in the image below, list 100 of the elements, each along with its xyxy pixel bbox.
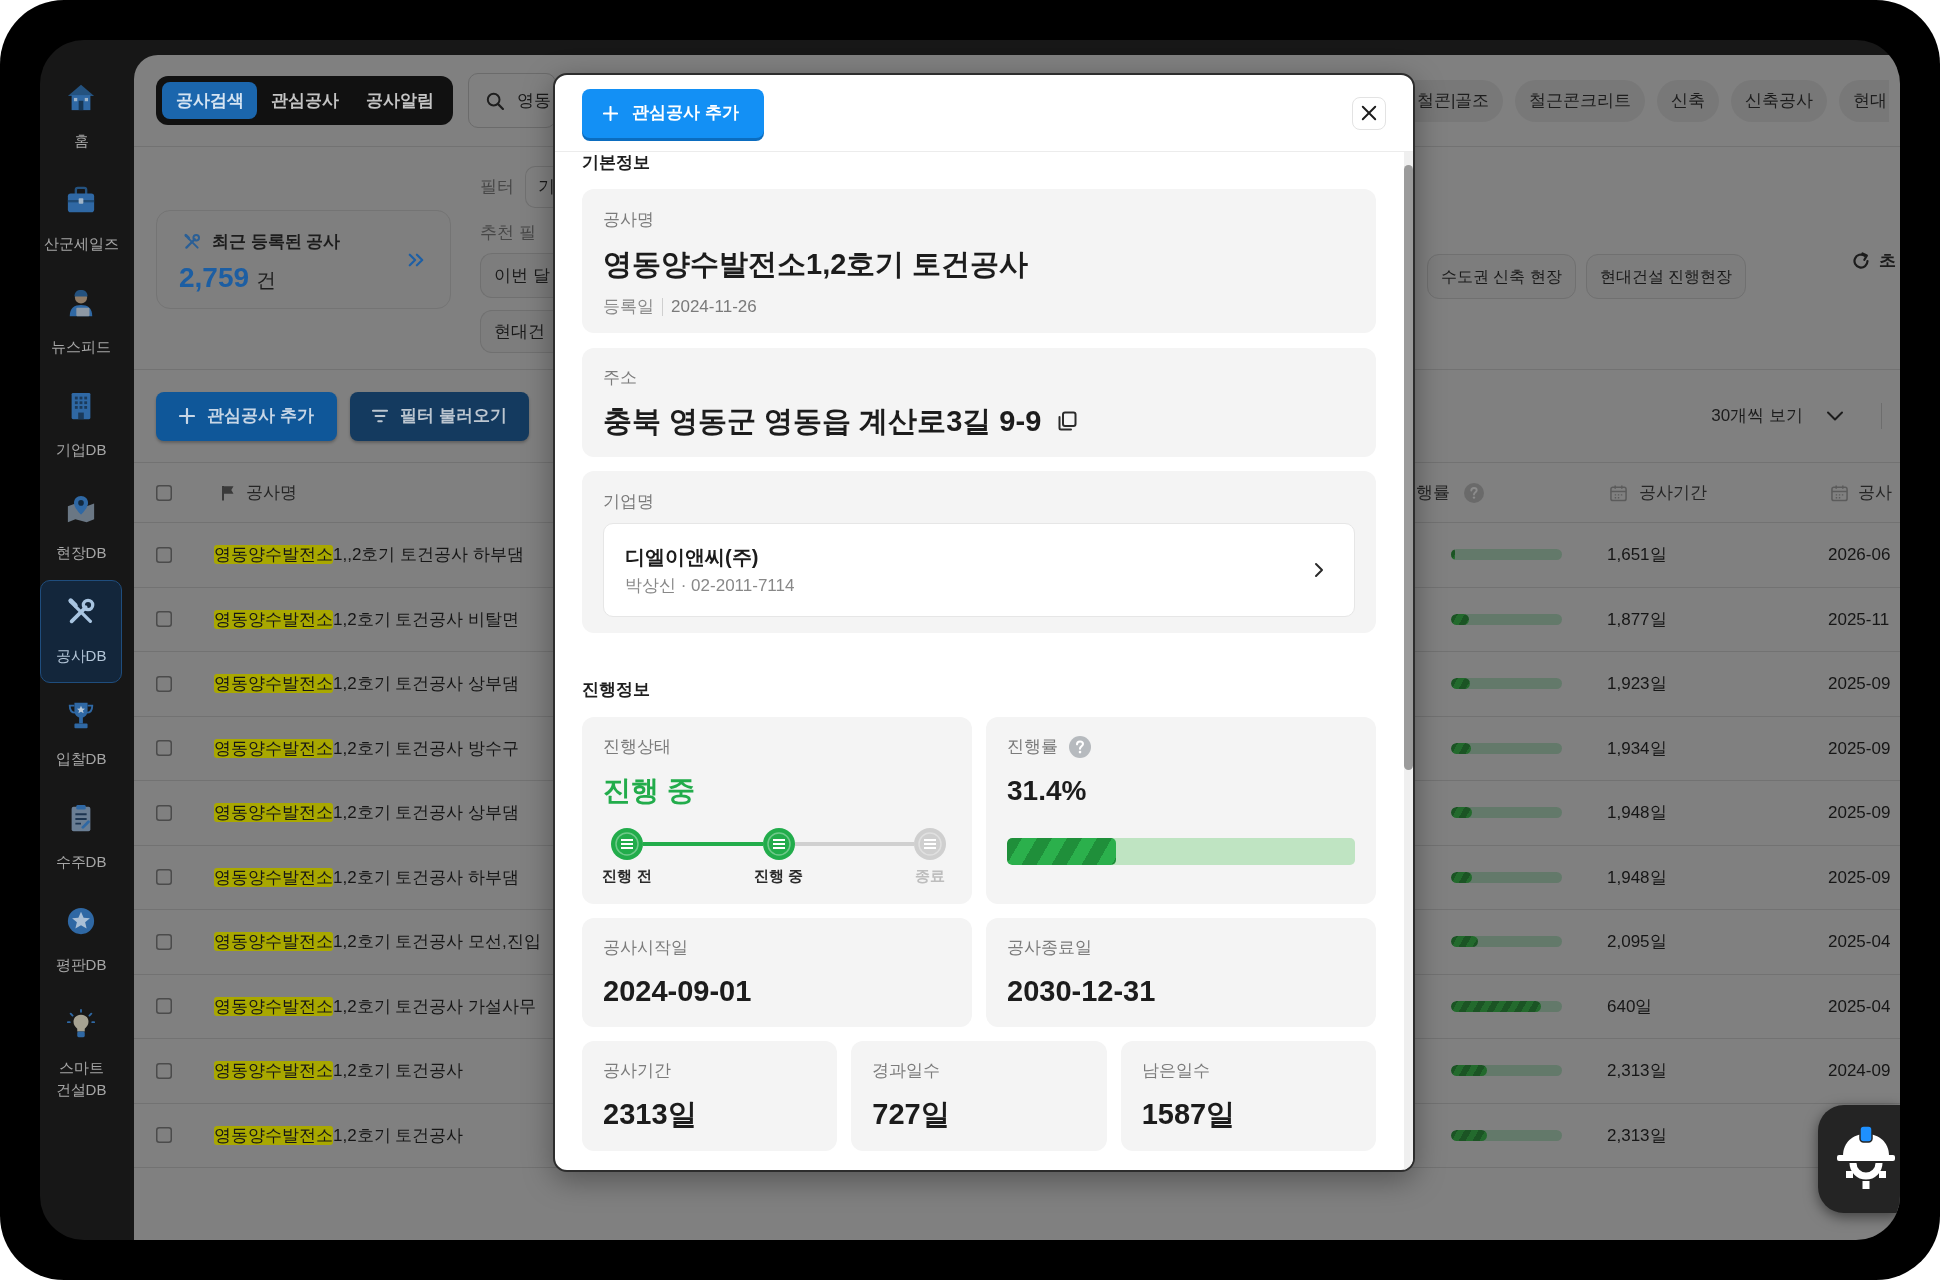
project-name[interactable]: 영동양수발전소1,2호기 토건공사 가설사무 — [214, 993, 537, 1019]
sidebar-item[interactable]: 현장DB — [40, 477, 122, 580]
double-chevron-icon — [408, 251, 424, 268]
tab[interactable]: 관심공사 — [257, 82, 352, 119]
project-name[interactable]: 영동양수발전소1,2호기 토건공사 비탈면 — [214, 606, 520, 632]
close-button[interactable] — [1352, 96, 1386, 130]
sidebar-item[interactable]: 산군세일즈 — [40, 168, 122, 271]
column-header: 행률 — [1416, 481, 1450, 504]
field-label: 기업명 — [603, 491, 654, 513]
house-icon — [66, 82, 96, 112]
plus-icon — [179, 408, 196, 424]
keyword-chip[interactable]: 철콘|골조 — [1415, 79, 1504, 122]
duration-cell-text: 1,948일 — [1607, 866, 1667, 889]
project-name[interactable]: 영동양수발전소1,2호기 토건공사 상부댐 — [214, 671, 520, 697]
plus-icon — [603, 105, 618, 121]
recommended-filter-chip[interactable]: 이번 달 — [480, 253, 556, 298]
field-label: 진행률 — [1007, 736, 1058, 758]
duration-cell-text: 1,877일 — [1607, 608, 1667, 631]
field-label: 공사기간 — [603, 1060, 671, 1082]
checkbox[interactable] — [156, 484, 172, 501]
toolbar-button[interactable]: 관심공사 추가 — [156, 391, 337, 441]
day-count: 1587일 — [1141, 1097, 1236, 1132]
page-size-select[interactable]: 30개씩 보기 — [1711, 403, 1844, 429]
company-contact: 박상신 · 02-2011-7114 — [625, 575, 795, 597]
project-name[interactable]: 영동양수발전소1,2호기 토건공사 — [214, 1122, 464, 1148]
keyword-chip[interactable]: 철근콘크리트 — [1515, 79, 1646, 122]
copy-icon[interactable] — [1057, 411, 1078, 431]
recommended-filter-chip[interactable]: 현대건 — [480, 310, 556, 353]
toolbar-button[interactable]: 필터 불러오기 — [350, 391, 529, 441]
date-cell-text: 2024-09 — [1828, 1060, 1891, 1082]
keyword-chip[interactable]: 신축 — [1657, 79, 1720, 122]
sidebar-item[interactable]: 스마트 건설DB — [40, 992, 122, 1117]
company-card[interactable]: 디엘이앤씨(주) 박상신 · 02-2011-7114 — [603, 523, 1355, 617]
sidebar-item[interactable]: 기업DB — [40, 374, 122, 477]
checkbox[interactable] — [156, 933, 172, 950]
date-text: 2024-11-26 — [671, 296, 757, 319]
keyword-chip[interactable]: 신축공사 — [1731, 79, 1828, 122]
checkbox[interactable] — [156, 869, 172, 886]
trophy-icon — [66, 700, 96, 730]
recommended-filter-chip[interactable]: 수도권 신축 현장 — [1427, 254, 1576, 299]
checkbox[interactable] — [156, 998, 172, 1015]
section-title: 기본정보 — [582, 152, 650, 174]
calendar-icon — [1831, 483, 1848, 502]
summary-card[interactable]: 최근 등록된 공사 2,759 건 — [156, 210, 451, 309]
sidebar-item[interactable]: 수주DB — [40, 786, 122, 889]
filter-icon — [372, 408, 389, 424]
help-icon — [1464, 482, 1484, 503]
date-cell-text: 2025-11 — [1828, 608, 1890, 631]
date-value: 2030-12-31 — [1007, 974, 1156, 1009]
reset-button[interactable]: 초 — [1852, 248, 1896, 274]
duration-cell-text: 2,313일 — [1607, 1124, 1667, 1147]
briefcase-icon — [66, 185, 96, 215]
scrollbar-thumb[interactable] — [1404, 165, 1413, 770]
recommended-filter-chip[interactable]: 현대건설 진행현장 — [1585, 254, 1747, 299]
star-badge-icon — [66, 906, 96, 936]
project-name[interactable]: 영동양수발전소1,,2호기 토건공사 하부댐 — [214, 542, 524, 568]
project-title: 영동양수발전소1,2호기 토건공사 — [603, 247, 1029, 282]
day-count: 2313일 — [603, 1097, 697, 1132]
checkbox[interactable] — [156, 740, 172, 757]
date-cell-text: 2025-09 — [1828, 866, 1891, 889]
record-count: 2,759 — [179, 261, 250, 295]
step-label: 진행 전 — [602, 866, 652, 886]
tab[interactable]: 공사검색 — [162, 82, 257, 119]
status-text: 진행 중 — [603, 774, 695, 808]
field-label: 공사시작일 — [603, 937, 688, 959]
duration-cell-text: 640일 — [1607, 995, 1653, 1018]
sidebar-item[interactable]: 뉴스피드 — [40, 271, 122, 374]
sidebar-item[interactable]: 평판DB — [40, 889, 122, 992]
checkbox[interactable] — [156, 1127, 172, 1144]
field-label: 남은일수 — [1141, 1060, 1210, 1082]
checkbox[interactable] — [156, 1062, 172, 1079]
checkbox[interactable] — [156, 611, 172, 628]
column-header: 공사 — [1858, 481, 1892, 504]
date-cell-text: 2025-04 — [1828, 931, 1891, 953]
project-name[interactable]: 영동양수발전소1,2호기 토건공사 방수구 — [214, 735, 520, 761]
search-icon — [486, 91, 504, 110]
sidebar-item[interactable]: 입찰DB — [40, 683, 122, 786]
keyword-chip[interactable]: 현대 — [1839, 79, 1890, 122]
company-name: 디엘이앤씨(주) — [625, 545, 759, 570]
checkbox[interactable] — [156, 546, 172, 563]
floating-button[interactable] — [1818, 1105, 1900, 1213]
duration-cell-text: 1,651일 — [1607, 544, 1667, 566]
section-title: 진행정보 — [582, 679, 650, 701]
project-name[interactable]: 영동양수발전소1,2호기 토건공사 하부댐 — [214, 864, 520, 890]
refresh-icon — [1852, 251, 1870, 270]
column-header: 공사명 — [246, 481, 297, 504]
project-name[interactable]: 영동양수발전소1,2호기 토건공사 상부댐 — [214, 800, 520, 826]
project-name[interactable]: 영동양수발전소1,2호기 토건공사 모선,진입 — [214, 929, 541, 955]
map-pin-icon — [66, 494, 96, 524]
project-name[interactable]: 영동양수발전소1,2호기 토건공사 — [214, 1058, 464, 1084]
sidebar-item[interactable]: 공사DB — [40, 580, 122, 683]
checkbox[interactable] — [156, 804, 172, 821]
sidebar-item[interactable]: 홈 — [40, 65, 122, 168]
tools-icon — [183, 233, 201, 251]
checkbox[interactable] — [156, 675, 172, 692]
duration-cell-text: 1,934일 — [1607, 737, 1667, 760]
field-label: 공사종료일 — [1007, 937, 1092, 959]
tab[interactable]: 공사알림 — [352, 82, 447, 119]
duration-cell-text: 1,923일 — [1607, 673, 1667, 695]
date-cell-text: 2025-04 — [1828, 995, 1891, 1018]
